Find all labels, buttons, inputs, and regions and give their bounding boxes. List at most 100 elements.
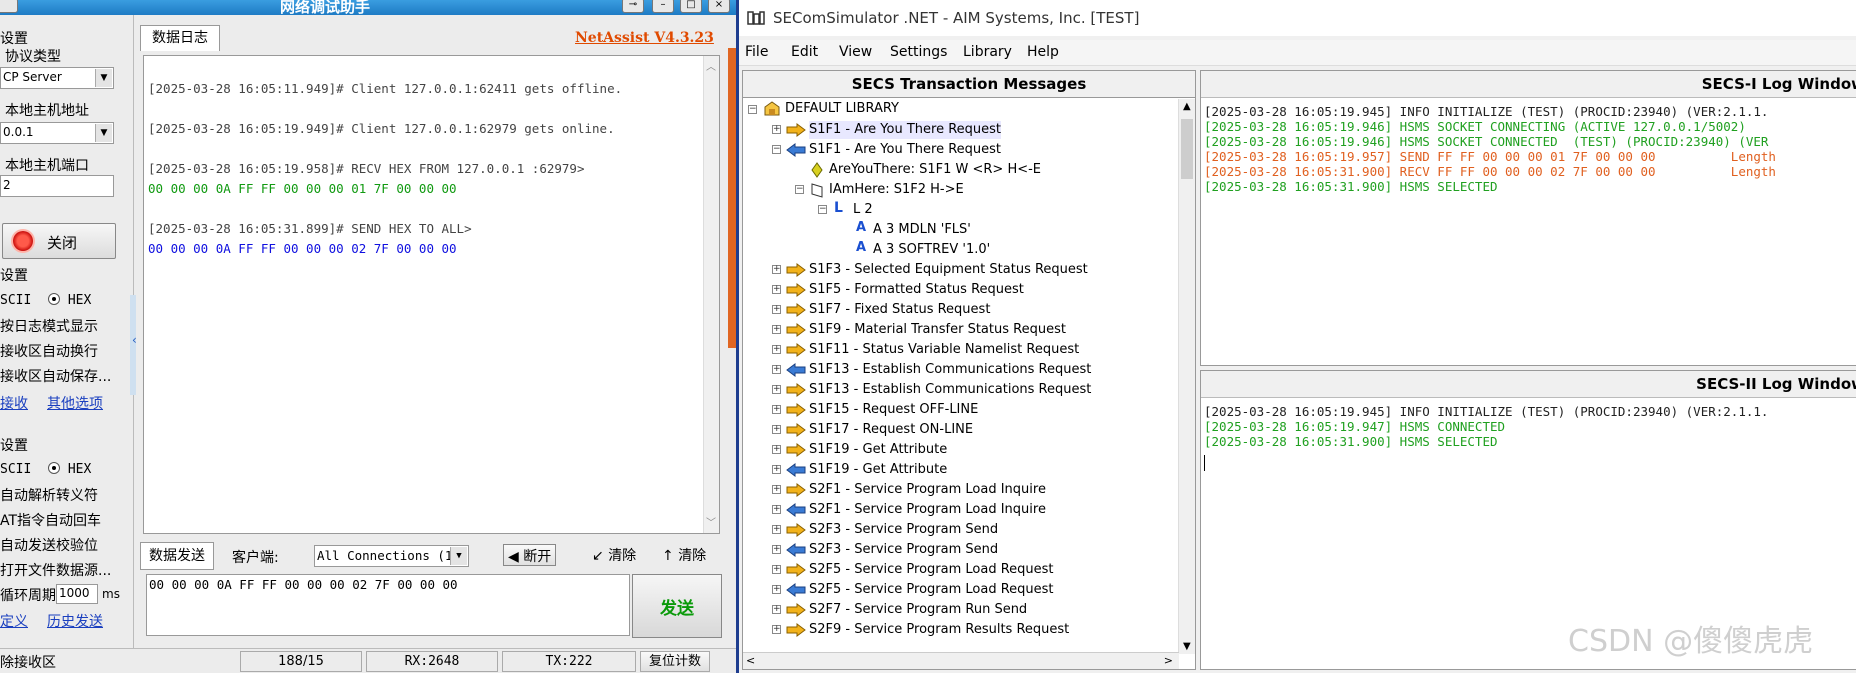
close-window-icon[interactable]: × (708, 0, 730, 13)
recv-option-auto-save[interactable]: 接收区自动保存... (0, 366, 111, 386)
tree-node[interactable]: + S2F5 - Service Program Load Request (743, 580, 1163, 600)
close-connection-button[interactable]: 关闭 (2, 223, 116, 259)
pin-icon[interactable]: ⊸ (622, 0, 644, 13)
scroll-down-icon[interactable]: ﹀ (706, 514, 716, 529)
expand-icon[interactable]: + (772, 365, 781, 374)
other-options-link[interactable]: 其他选项 (47, 393, 103, 413)
version-link[interactable]: NetAssist V4.3.23 (575, 30, 714, 46)
expand-icon[interactable]: + (772, 605, 781, 614)
tree-node[interactable]: + S2F3 - Service Program Send (743, 520, 1163, 540)
tree-node[interactable]: A A 3 SOFTREV '1.0' (743, 240, 1163, 260)
scroll-thumb[interactable] (1181, 119, 1193, 179)
tree-node[interactable]: + S1F1 - Are You There Request (743, 120, 1163, 140)
menu-view[interactable]: View (839, 44, 872, 60)
host-addr-select[interactable]: 0.0.1 ▼ (0, 122, 114, 144)
expand-icon[interactable]: + (772, 265, 781, 274)
expand-icon[interactable]: + (772, 305, 781, 314)
tree-node[interactable]: + S2F3 - Service Program Send (743, 540, 1163, 560)
tree-node[interactable]: AreYouThere: S1F1 W <R> H<-E (743, 160, 1163, 180)
tab-data-log[interactable]: 数据日志 (140, 25, 220, 51)
collapse-icon[interactable]: − (818, 205, 827, 214)
send-option-checksum[interactable]: 自动发送校验位 (0, 535, 98, 555)
expand-icon[interactable]: + (772, 465, 781, 474)
tree-node[interactable]: − L L 2 (743, 200, 1163, 220)
reset-count-button[interactable]: 复位计数 (640, 651, 710, 672)
tree-node[interactable]: − S1F1 - Are You There Request (743, 140, 1163, 160)
clear-recv-area-status[interactable]: 除接收区 (0, 652, 56, 672)
collapse-icon[interactable]: − (772, 145, 781, 154)
expand-icon[interactable]: + (772, 445, 781, 454)
minimize-icon[interactable]: – (652, 0, 674, 13)
menu-settings[interactable]: Settings (890, 44, 947, 60)
send-hex-option[interactable]: HEX (48, 462, 91, 477)
scroll-up-icon[interactable]: ▲ (1183, 101, 1191, 112)
log-scrollbar[interactable]: ︿ ﹀ (703, 56, 719, 533)
cycle-input[interactable]: 1000 (56, 584, 98, 604)
send-option-at-cr[interactable]: AT指令自动回车 (0, 510, 101, 530)
scroll-right-icon[interactable]: > (1164, 654, 1173, 667)
chevron-left-icon[interactable]: ‹ (132, 333, 137, 347)
expand-icon[interactable]: + (772, 385, 781, 394)
disconnect-button[interactable]: ◀ 断开 (503, 544, 557, 566)
tree-root-library[interactable]: DEFAULT LIBRARY (785, 100, 899, 118)
secs1-log-window[interactable]: SECS-I Log Window [2025-03-28 16:05:19.9… (1200, 70, 1856, 366)
tree-node[interactable]: + S1F5 - Formatted Status Request (743, 280, 1163, 300)
history-send-link[interactable]: 历史发送 (47, 611, 103, 631)
tree-node[interactable]: + S2F5 - Service Program Load Request (743, 560, 1163, 580)
window-splitter[interactable] (728, 48, 736, 348)
protocol-select[interactable]: CP Server ▼ (0, 67, 114, 89)
expand-icon[interactable]: + (772, 525, 781, 534)
expand-icon[interactable]: + (772, 325, 781, 334)
tree-node[interactable]: + S1F3 - Selected Equipment Status Reques… (743, 260, 1163, 280)
client-select[interactable]: All Connections (1) ▼ (314, 545, 469, 567)
recv-option-auto-wrap[interactable]: 接收区自动换行 (0, 341, 98, 361)
send-button[interactable]: 发送 (632, 574, 722, 638)
clear-send-button[interactable]: ↙ 清除 (588, 544, 640, 566)
menu-edit[interactable]: Edit (791, 44, 818, 60)
expand-icon[interactable]: + (772, 505, 781, 514)
send-option-file-source[interactable]: 打开文件数据源... (0, 560, 111, 580)
tree-node[interactable]: + S1F9 - Material Transfer Status Request (743, 320, 1163, 340)
tree-node[interactable]: A A 3 MDLN 'FLS' (743, 220, 1163, 240)
tree-node[interactable]: + S1F17 - Request ON-LINE (743, 420, 1163, 440)
expand-icon[interactable]: + (772, 345, 781, 354)
tree-node[interactable]: + S1F13 - Establish Communications Reques… (743, 360, 1163, 380)
data-log-area[interactable]: [2025-03-28 16:05:11.949]# Client 127.0.… (143, 55, 720, 534)
send-input[interactable]: 00 00 00 0A FF FF 00 00 00 02 7F 00 00 0… (146, 574, 630, 636)
tree-node[interactable]: + S2F9 - Service Program Results Request (743, 620, 1163, 639)
expand-icon[interactable]: + (772, 485, 781, 494)
expand-icon[interactable]: + (772, 125, 781, 134)
recv-option-log-mode[interactable]: 按日志模式显示 (0, 316, 98, 336)
recv-hex-option[interactable]: HEX (48, 293, 91, 308)
tree-node[interactable]: + S1F13 - Establish Communications Reques… (743, 380, 1163, 400)
scroll-up-icon[interactable]: ︿ (706, 58, 716, 73)
expand-icon[interactable]: + (772, 285, 781, 294)
menu-help[interactable]: Help (1027, 44, 1059, 60)
scroll-left-icon[interactable]: < (746, 654, 755, 667)
tree-node[interactable]: + S1F7 - Fixed Status Request (743, 300, 1163, 320)
menu-file[interactable]: File (745, 44, 768, 60)
tree-hscroll[interactable]: < > (743, 652, 1179, 669)
recv-link[interactable]: 接收 (0, 393, 28, 413)
clear-recv-button[interactable]: ↑ 清除 (658, 544, 710, 566)
tree-node[interactable]: + S2F1 - Service Program Load Inquire (743, 500, 1163, 520)
transaction-tree[interactable]: − DEFAULT LIBRARY + S1F1 - Are You There … (743, 99, 1179, 639)
collapse-icon[interactable]: − (748, 105, 757, 114)
scroll-down-icon[interactable]: ▼ (1183, 641, 1191, 652)
tree-node[interactable]: + S2F1 - Service Program Load Inquire (743, 480, 1163, 500)
recv-ascii-option[interactable]: SCII (0, 293, 31, 308)
tree-vscroll[interactable]: ▲ ▼ (1178, 99, 1195, 654)
menu-library[interactable]: Library (963, 44, 1012, 60)
expand-icon[interactable]: + (772, 585, 781, 594)
tree-node[interactable]: − IAmHere: S1F2 H->E (743, 180, 1163, 200)
host-port-input[interactable]: 2 (0, 175, 114, 197)
tree-node[interactable]: + S1F19 - Get Attribute (743, 440, 1163, 460)
maximize-icon[interactable]: □ (680, 0, 702, 13)
app-menu-icon[interactable] (0, 0, 18, 13)
expand-icon[interactable]: + (772, 565, 781, 574)
expand-icon[interactable]: + (772, 545, 781, 554)
expand-icon[interactable]: + (772, 405, 781, 414)
expand-icon[interactable]: + (772, 625, 781, 634)
tree-node[interactable]: + S1F19 - Get Attribute (743, 460, 1163, 480)
expand-icon[interactable]: + (772, 425, 781, 434)
